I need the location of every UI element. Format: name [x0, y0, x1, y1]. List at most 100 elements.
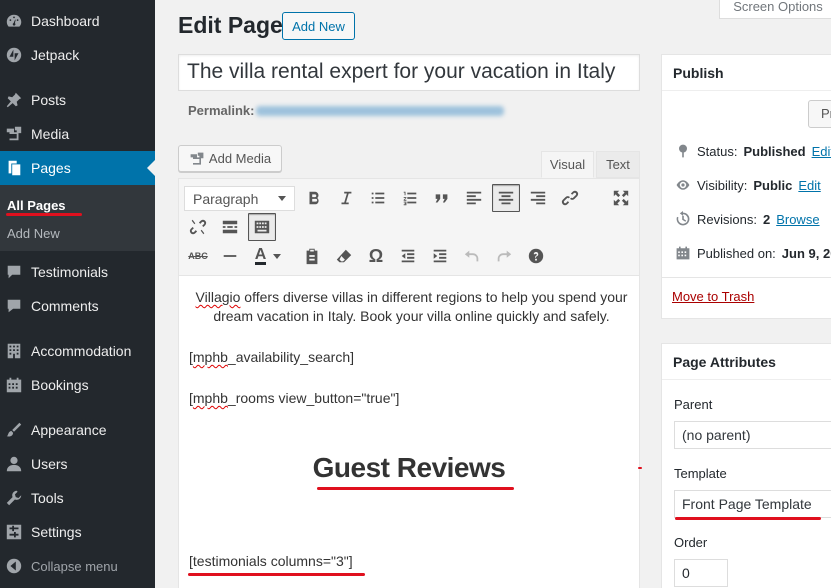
revisions-value: 2: [762, 211, 771, 227]
add-media-button[interactable]: Add Media: [178, 145, 282, 172]
paste-as-text-button[interactable]: [298, 242, 326, 270]
help-icon: [528, 248, 544, 264]
divider: [662, 277, 831, 278]
tab-visual[interactable]: Visual: [541, 151, 594, 178]
menu-dashboard[interactable]: Dashboard: [0, 4, 155, 38]
parent-select[interactable]: (no parent): [674, 421, 831, 449]
shortcode-testimonials: [testimonials columns="3"]: [189, 553, 353, 569]
text-color-icon: A: [254, 246, 267, 265]
menu-tools[interactable]: Tools: [0, 481, 155, 515]
status-value: Published: [743, 143, 806, 159]
template-label: Template: [674, 466, 727, 481]
status-edit-link[interactable]: Edit: [812, 144, 831, 159]
menu-label: Media: [31, 126, 70, 142]
published-row: Published on: Jun 9, 20: [675, 245, 831, 261]
numbered-list-button[interactable]: [396, 184, 424, 212]
horizontal-line-button[interactable]: [216, 242, 244, 270]
special-character-button[interactable]: Ω: [362, 242, 390, 270]
bold-button[interactable]: [300, 184, 328, 212]
italic-icon: [341, 191, 352, 205]
sc-word: mphb: [192, 390, 228, 406]
unlink-icon: [189, 219, 207, 235]
post-title-input[interactable]: The villa rental expert for your vacatio…: [178, 54, 640, 91]
menu-pages[interactable]: Pages: [0, 151, 155, 185]
menu-bookings[interactable]: Bookings: [0, 368, 155, 402]
blockquote-button[interactable]: [428, 184, 456, 212]
menu-label: Users: [31, 456, 68, 472]
publish-title: Publish: [662, 55, 831, 91]
bullet-list-button[interactable]: [364, 184, 392, 212]
align-right-button[interactable]: [524, 184, 552, 212]
undo-button[interactable]: [458, 242, 486, 270]
decrease-indent-button[interactable]: [394, 242, 422, 270]
chevron-down-icon: [278, 196, 286, 201]
visibility-edit-link[interactable]: Edit: [798, 178, 820, 193]
pages-submenu: All Pages Add New: [0, 185, 155, 251]
page-title: Edit Page: [178, 12, 283, 38]
dashboard-icon: [5, 12, 23, 30]
revisions-row: Revisions: 2 Browse: [675, 211, 820, 227]
strikethrough-button[interactable]: ABC: [184, 242, 212, 270]
align-center-button[interactable]: [492, 184, 520, 212]
read-more-button[interactable]: [216, 213, 244, 241]
align-left-button[interactable]: [460, 184, 488, 212]
menu-testimonials[interactable]: Testimonials: [0, 255, 155, 289]
increase-indent-button[interactable]: [426, 242, 454, 270]
clear-formatting-button[interactable]: [330, 242, 358, 270]
menu-jetpack[interactable]: Jetpack: [0, 38, 155, 72]
align-left-icon: [466, 191, 482, 205]
submenu-add-new[interactable]: Add New: [7, 226, 60, 241]
menu-settings[interactable]: Settings: [0, 515, 155, 549]
text-color-button[interactable]: A: [248, 242, 288, 270]
italic-button[interactable]: [332, 184, 360, 212]
collapse-menu-button[interactable]: Collapse menu: [0, 549, 155, 583]
shortcode-availability-search: [mphb_availability_search]: [189, 349, 354, 365]
redo-button[interactable]: [490, 242, 518, 270]
screen-options-button[interactable]: Screen Options: [719, 0, 831, 19]
annotation-mark: [638, 467, 642, 469]
intro-paragraph: Villagio offers diverse villas in differ…: [194, 288, 629, 326]
submenu-all-pages[interactable]: All Pages: [7, 198, 66, 213]
insert-link-button[interactable]: [556, 184, 584, 212]
numbered-list-icon: [403, 191, 417, 206]
menu-label: Appearance: [31, 422, 107, 438]
blockquote-icon: [435, 194, 448, 203]
move-to-trash-link[interactable]: Move to Trash: [672, 289, 754, 304]
preview-button[interactable]: Pr: [808, 100, 831, 128]
collapse-label: Collapse menu: [31, 558, 118, 574]
order-label: Order: [674, 535, 708, 550]
menu-posts[interactable]: Posts: [0, 83, 155, 117]
fullscreen-icon: [613, 190, 629, 206]
menu-media[interactable]: Media: [0, 117, 155, 151]
undo-icon: [464, 250, 479, 262]
users-icon: [5, 455, 23, 473]
intro-rest: offers diverse villas in different regio…: [213, 289, 628, 324]
redo-icon: [497, 250, 512, 262]
clipboard-icon: [306, 248, 318, 265]
browse-revisions-link[interactable]: Browse: [776, 212, 819, 227]
menu-accommodation[interactable]: Accommodation: [0, 334, 155, 368]
remove-link-button[interactable]: [184, 213, 212, 241]
format-select[interactable]: Paragraph: [184, 186, 295, 211]
annotation-underline-template: [675, 517, 821, 520]
permalink-url-blurred[interactable]: [256, 106, 504, 116]
calendar-icon: [5, 376, 23, 394]
menu-comments[interactable]: Comments: [0, 289, 155, 323]
menu-users[interactable]: Users: [0, 447, 155, 481]
menu-appearance[interactable]: Appearance: [0, 413, 155, 447]
comments-icon: [5, 297, 23, 315]
tab-text[interactable]: Text: [596, 151, 640, 178]
template-select[interactable]: Front Page Template: [674, 490, 831, 518]
fullscreen-button[interactable]: [607, 184, 635, 212]
shortcode-rooms: [mphb_rooms view_button="true"]: [189, 390, 399, 406]
collapse-icon: [5, 557, 23, 575]
toolbar-toggle-button[interactable]: [248, 213, 276, 241]
eraser-icon: [336, 249, 352, 263]
help-button[interactable]: [522, 242, 550, 270]
page-attributes-box: Page Attributes Parent (no parent) Templ…: [661, 343, 831, 588]
order-input[interactable]: 0: [674, 559, 728, 587]
status-row: Status: Published Edit: [675, 143, 831, 159]
menu-label: Testimonials: [31, 264, 109, 280]
bold-icon: [309, 191, 319, 205]
add-new-button[interactable]: Add New: [282, 12, 355, 40]
